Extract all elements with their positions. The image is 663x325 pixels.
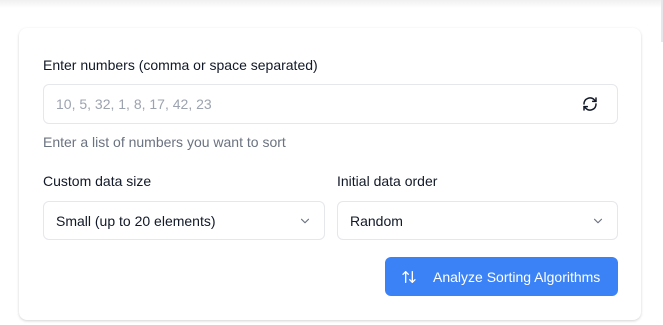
analyze-button-label: Analyze Sorting Algorithms [433, 268, 601, 285]
chevron-down-icon [593, 218, 603, 223]
chevron-down-icon [300, 218, 310, 223]
data-size-select[interactable]: Small (up to 20 elements) [43, 201, 325, 240]
data-size-selected: Small (up to 20 elements) [56, 212, 216, 229]
refresh-icon[interactable] [580, 94, 600, 114]
data-order-label: Initial data order [337, 173, 438, 189]
data-order-select[interactable]: Random [337, 201, 618, 240]
numbers-input-label: Enter numbers (comma or space separated) [43, 57, 318, 73]
numbers-input-placeholder: 10, 5, 32, 1, 8, 17, 42, 23 [56, 96, 212, 112]
analyze-sorting-button[interactable]: Analyze Sorting Algorithms [385, 257, 618, 296]
data-order-selected: Random [350, 212, 403, 229]
numbers-input-help: Enter a list of numbers you want to sort [43, 134, 286, 150]
sorting-input-card: Enter numbers (comma or space separated)… [19, 28, 641, 320]
numbers-input[interactable]: 10, 5, 32, 1, 8, 17, 42, 23 [43, 84, 618, 124]
sort-arrows-icon [402, 270, 416, 283]
top-shadow [0, 0, 663, 8]
data-size-label: Custom data size [43, 173, 152, 189]
page: Enter numbers (comma or space separated)… [0, 0, 663, 325]
